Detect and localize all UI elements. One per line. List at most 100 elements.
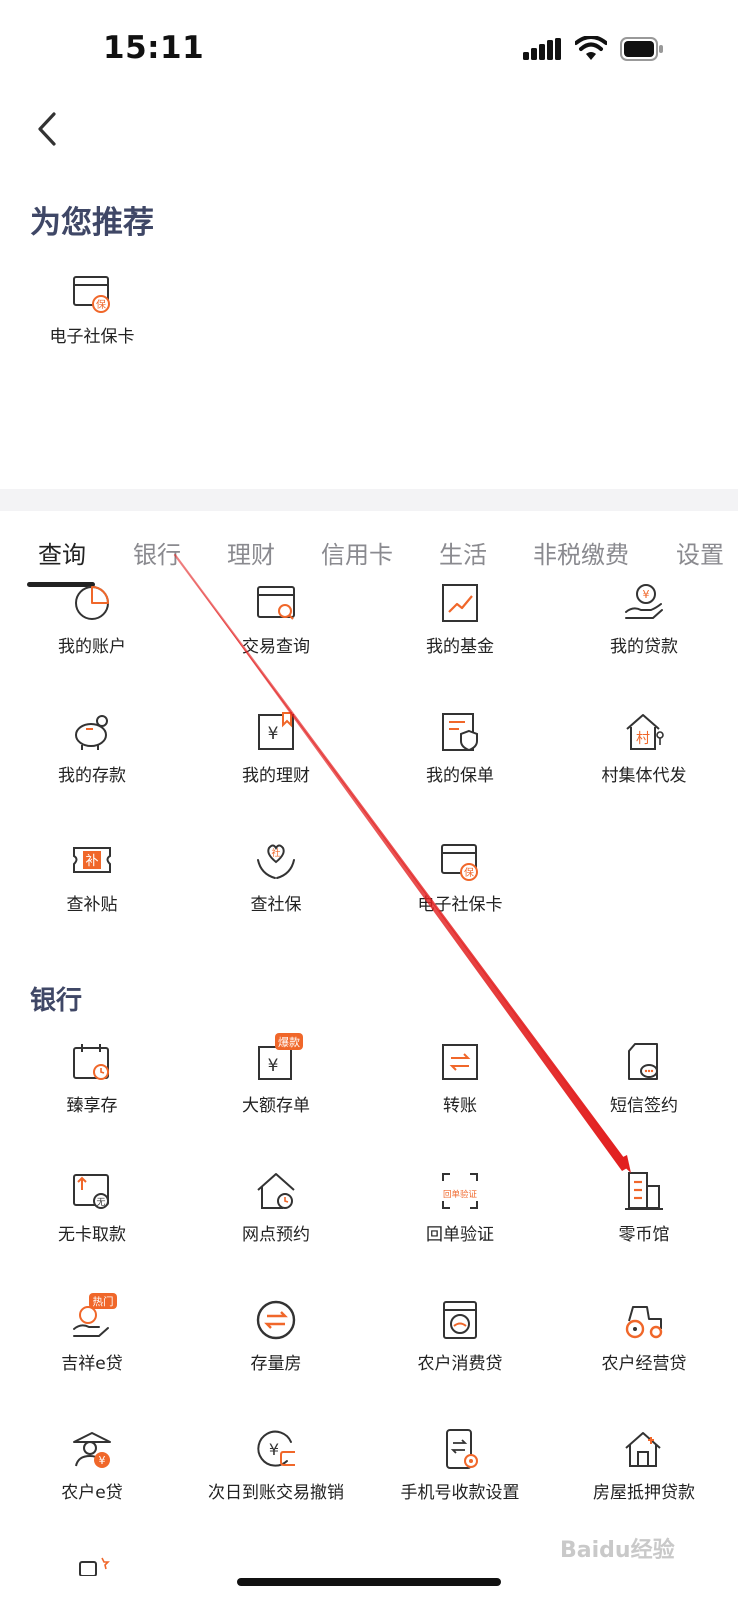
item-label: 房屋抵押贷款 xyxy=(593,1483,695,1503)
bank-item-house-mortgage-loan[interactable]: 房屋抵押贷款 xyxy=(552,1428,736,1548)
item-label: 转账 xyxy=(443,1096,477,1116)
loan-hand-icon: ¥ xyxy=(625,584,663,619)
bank-item-cardless-withdrawal[interactable]: 无 无卡取款 xyxy=(0,1170,184,1290)
svg-text:补: 补 xyxy=(85,854,98,869)
svg-text:保: 保 xyxy=(464,866,474,879)
item-label: 农户经营贷 xyxy=(601,1354,687,1374)
phone-transfer-icon xyxy=(446,1429,478,1469)
bank-item-farmer-eloan[interactable]: ¥ 农户e贷 xyxy=(0,1428,184,1548)
svg-text:¥: ¥ xyxy=(99,1454,106,1467)
exchange-circle-icon xyxy=(256,1300,296,1340)
piggy-bank-icon xyxy=(75,715,108,750)
back-button[interactable] xyxy=(30,108,70,154)
query-item-check-social-insurance[interactable]: 社 查社保 xyxy=(184,840,368,960)
bank-item-premium-deposit[interactable]: 臻享存 xyxy=(0,1041,184,1161)
query-item-my-wealth[interactable]: ¥ 我的理财 xyxy=(184,711,368,831)
bank-item-next-day-revoke[interactable]: ¥ 次日到账交易撤销 xyxy=(184,1428,368,1548)
home-indicator[interactable] xyxy=(237,1578,501,1586)
tab-credit-card[interactable]: 信用卡 xyxy=(321,535,393,570)
village-house-icon: 村 xyxy=(626,714,664,750)
calendar-clock-icon xyxy=(73,1044,109,1080)
svg-text:¥: ¥ xyxy=(268,724,279,744)
item-label: 臻享存 xyxy=(66,1096,118,1116)
query-item-my-loan[interactable]: ¥ 我的贷款 xyxy=(552,582,736,702)
item-label: 我的账户 xyxy=(58,637,126,657)
query-item-transaction-query[interactable]: 交易查询 xyxy=(184,582,368,702)
social-security-card-icon: 保 xyxy=(441,844,478,881)
item-label: 农户消费贷 xyxy=(417,1354,503,1374)
query-item-my-fund[interactable]: 我的基金 xyxy=(368,582,552,702)
item-label: 存量房 xyxy=(250,1354,302,1374)
tab-bank[interactable]: 银行 xyxy=(133,535,181,570)
item-label: 我的理财 xyxy=(242,766,310,786)
query-item-check-subsidy[interactable]: 补 查补贴 xyxy=(0,840,184,960)
subsidy-ticket-icon: 补 xyxy=(73,847,111,873)
tab-non-tax-payment[interactable]: 非税缴费 xyxy=(533,535,629,570)
query-item-social-card[interactable]: 保 电子社保卡 xyxy=(368,840,552,960)
bank-item-transfer[interactable]: 转账 xyxy=(368,1041,552,1161)
cellular-signal-icon xyxy=(523,38,561,60)
bank-item-jixiang-eloan[interactable]: 热门 吉祥e贷 xyxy=(0,1293,184,1419)
loan-coin-hand-icon: 热门 xyxy=(73,1293,117,1337)
item-label: 电子社保卡 xyxy=(49,327,135,347)
chevron-left-icon xyxy=(38,112,56,146)
item-label: 吉祥e贷 xyxy=(61,1354,123,1374)
item-label: 次日到账交易撤销 xyxy=(208,1483,344,1503)
social-insurance-hands-icon: 社 xyxy=(257,844,295,879)
query-item-my-account[interactable]: 我的账户 xyxy=(0,582,184,702)
bank-item-large-deposit[interactable]: ¥ 爆款 大额存单 xyxy=(184,1033,368,1161)
partial-next-row-icon xyxy=(79,1557,110,1576)
svg-text:爆款: 爆款 xyxy=(278,1035,300,1049)
svg-text:¥: ¥ xyxy=(269,1440,279,1459)
tab-settings[interactable]: 设置 xyxy=(676,535,724,570)
social-security-card-icon: 保 xyxy=(73,276,110,313)
tractor-icon xyxy=(625,1306,663,1339)
bank-item-existing-housing[interactable]: 存量房 xyxy=(184,1299,368,1419)
bank-item-branch-appointment[interactable]: 网点预约 xyxy=(184,1170,368,1290)
svg-text:¥: ¥ xyxy=(643,588,650,601)
yuan-revoke-icon: ¥ xyxy=(257,1430,295,1467)
item-label: 村集体代发 xyxy=(601,766,687,786)
svg-text:保: 保 xyxy=(96,298,106,311)
building-icon xyxy=(625,1172,663,1210)
recommend-title: 为您推荐 xyxy=(30,205,154,241)
svg-text:村: 村 xyxy=(636,731,650,747)
section-divider xyxy=(0,489,738,511)
bank-item-sms-signing[interactable]: 短信签约 xyxy=(552,1041,736,1161)
recommend-item-social-card[interactable]: 保 电子社保卡 xyxy=(0,272,184,392)
cardless-withdraw-icon: 无 xyxy=(73,1174,109,1209)
bank-item-coin-hall[interactable]: 零币馆 xyxy=(552,1170,736,1290)
status-bar: 15:11 xyxy=(0,0,738,100)
item-label: 大额存单 xyxy=(242,1096,310,1116)
item-label: 我的基金 xyxy=(426,637,494,657)
tab-query[interactable]: 查询 xyxy=(38,535,86,570)
svg-text:回单验证: 回单验证 xyxy=(443,1189,478,1200)
watermark: Baidu经验 xyxy=(560,1538,675,1563)
item-label: 我的保单 xyxy=(426,766,494,786)
item-label: 网点预约 xyxy=(242,1225,310,1245)
item-label: 回单验证 xyxy=(426,1225,494,1245)
bank-item-farmer-consumer-loan[interactable]: 农户消费贷 xyxy=(368,1299,552,1419)
svg-text:¥: ¥ xyxy=(268,1056,279,1076)
tab-wealth[interactable]: 理财 xyxy=(227,535,275,570)
query-item-my-deposit[interactable]: 我的存款 xyxy=(0,711,184,831)
tab-life[interactable]: 生活 xyxy=(439,535,487,570)
bank-item-receipt-verify[interactable]: 回单验证 回单验证 xyxy=(368,1170,552,1290)
battery-icon xyxy=(620,37,663,61)
farmer-yuan-icon: ¥ xyxy=(73,1432,111,1468)
query-item-village-payroll[interactable]: 村 村集体代发 xyxy=(552,711,736,831)
bank-item-farmer-business-loan[interactable]: 农户经营贷 xyxy=(552,1299,736,1419)
item-label: 我的存款 xyxy=(58,766,126,786)
card-search-icon xyxy=(257,586,295,620)
policy-shield-icon xyxy=(442,713,478,752)
bank-item-phone-receive-setting[interactable]: 手机号收款设置 xyxy=(368,1428,552,1548)
bank-section-title: 银行 xyxy=(30,986,83,1016)
item-label: 我的贷款 xyxy=(610,637,678,657)
sms-document-icon xyxy=(628,1043,658,1080)
item-label: 交易查询 xyxy=(242,637,310,657)
trend-chart-icon xyxy=(442,584,478,622)
branch-house-clock-icon xyxy=(257,1173,295,1209)
house-mortgage-icon xyxy=(625,1432,661,1467)
receipt-verify-icon: 回单验证 xyxy=(442,1173,478,1209)
query-item-my-policy[interactable]: 我的保单 xyxy=(368,711,552,831)
